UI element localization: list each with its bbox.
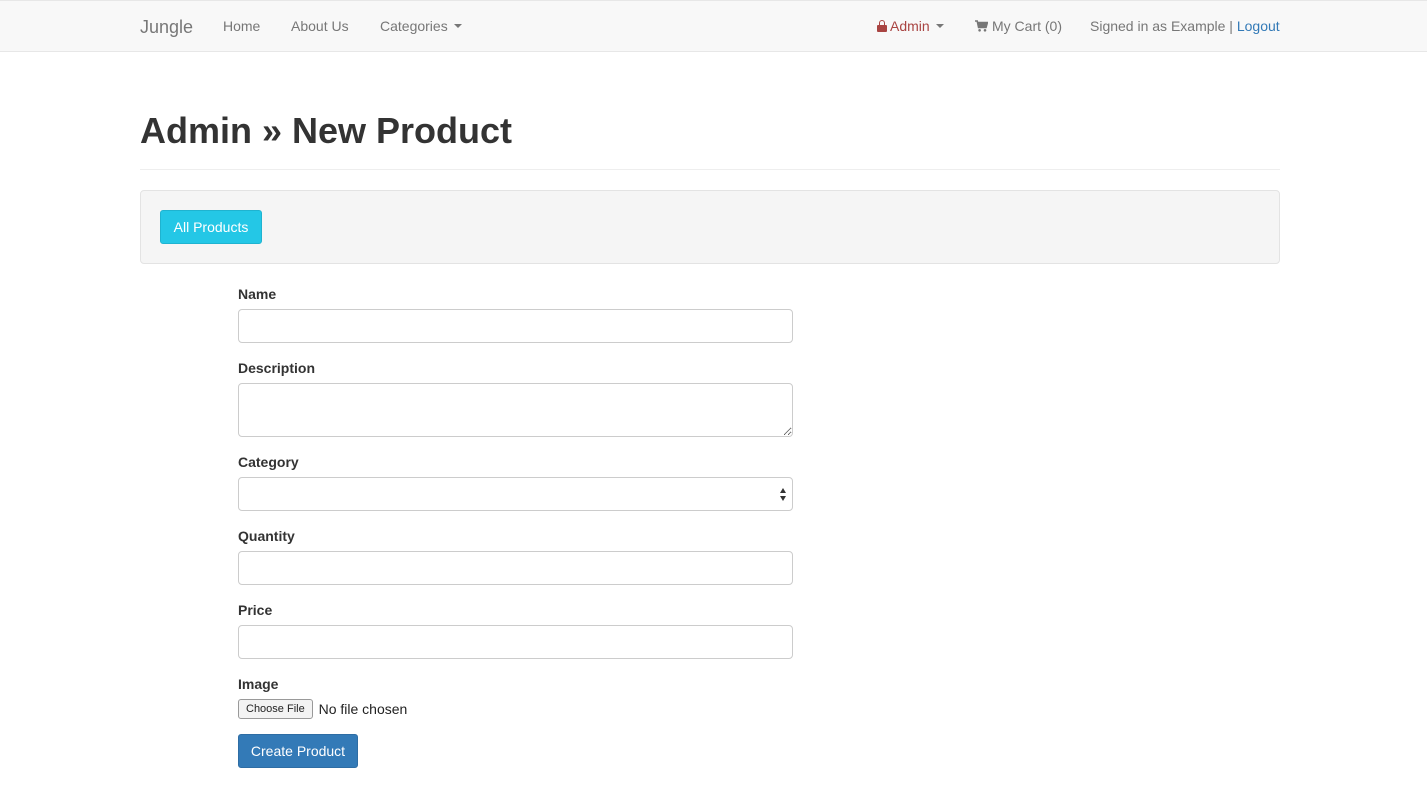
quantity-label: Quantity bbox=[238, 528, 295, 544]
price-label: Price bbox=[238, 602, 273, 618]
chevron-down-icon bbox=[935, 24, 944, 29]
create-product-button[interactable]: Create Product bbox=[238, 734, 358, 768]
description-label: Description bbox=[238, 360, 316, 376]
logout-link[interactable]: Logout bbox=[1237, 18, 1280, 34]
description-textarea[interactable] bbox=[238, 383, 793, 437]
nav-my-cart-label: My Cart (0) bbox=[992, 18, 1062, 34]
signed-in-text: Signed in as Example | bbox=[1090, 18, 1233, 34]
category-label: Category bbox=[238, 454, 299, 470]
toolbar-well: All Products bbox=[140, 190, 1280, 264]
nav-home[interactable]: Home bbox=[223, 18, 260, 34]
nav-categories-dropdown[interactable]: Categories bbox=[380, 18, 462, 34]
name-input[interactable] bbox=[238, 309, 793, 343]
nav-admin-dropdown[interactable]: Admin bbox=[877, 18, 944, 34]
category-select[interactable] bbox=[238, 477, 793, 511]
nav-my-cart[interactable]: My Cart (0) bbox=[975, 18, 1062, 34]
select-arrows-icon bbox=[780, 488, 788, 502]
image-file-input: Choose File No file chosen bbox=[238, 699, 407, 721]
quantity-input[interactable] bbox=[238, 551, 793, 585]
nav-about-us[interactable]: About Us bbox=[291, 18, 349, 34]
shopping-cart-icon bbox=[975, 20, 988, 32]
page-title: Admin » New Product bbox=[140, 110, 513, 151]
lock-icon bbox=[877, 20, 887, 32]
chevron-down-icon bbox=[453, 24, 462, 29]
all-products-button[interactable]: All Products bbox=[160, 210, 262, 244]
brand-logo[interactable]: Jungle bbox=[140, 17, 193, 38]
signed-in-status: Signed in as Example | Logout bbox=[1090, 18, 1280, 34]
image-label: Image bbox=[238, 676, 279, 692]
file-status-text: No file chosen bbox=[318, 701, 408, 717]
choose-file-button[interactable]: Choose File bbox=[238, 699, 313, 719]
title-divider bbox=[140, 169, 1280, 170]
nav-admin-label: Admin bbox=[890, 18, 930, 34]
name-label: Name bbox=[238, 286, 277, 302]
price-input[interactable] bbox=[238, 625, 793, 659]
nav-categories-label: Categories bbox=[380, 18, 448, 34]
top-navbar: Jungle Home About Us Categories Admin My… bbox=[0, 0, 1427, 52]
